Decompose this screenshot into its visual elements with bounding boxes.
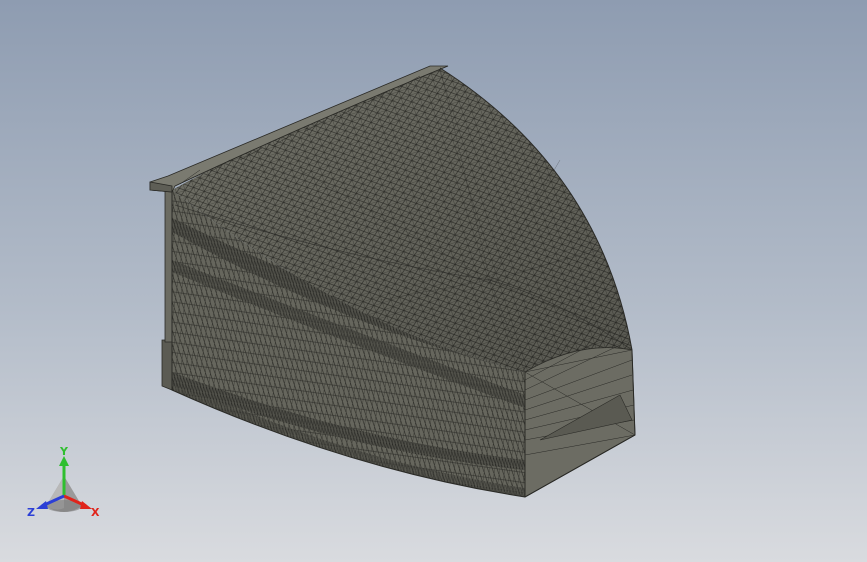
y-axis-label: Y	[59, 446, 69, 458]
graphics-viewport[interactable]: Y X Z	[0, 0, 867, 562]
reference-triad: Y X Z	[27, 446, 100, 519]
end-face	[524, 339, 636, 498]
z-axis-label: Z	[27, 506, 35, 519]
left-notch	[161, 189, 173, 391]
mesh-model[interactable]	[0, 0, 867, 562]
x-axis-label: X	[91, 506, 100, 519]
